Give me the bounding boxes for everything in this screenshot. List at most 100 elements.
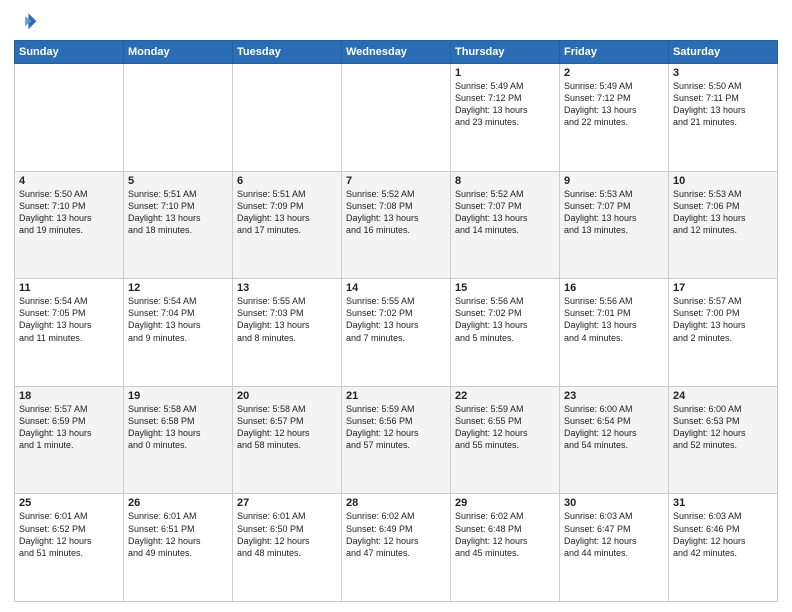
day-number: 31 (673, 497, 773, 509)
calendar-cell: 26Sunrise: 6:01 AM Sunset: 6:51 PM Dayli… (124, 494, 233, 602)
day-number: 12 (128, 282, 228, 294)
day-number: 25 (19, 497, 119, 509)
day-number: 14 (346, 282, 446, 294)
calendar-cell: 16Sunrise: 5:56 AM Sunset: 7:01 PM Dayli… (560, 279, 669, 387)
header (14, 10, 778, 34)
day-info: Sunrise: 6:02 AM Sunset: 6:49 PM Dayligh… (346, 510, 446, 559)
day-info: Sunrise: 6:01 AM Sunset: 6:52 PM Dayligh… (19, 510, 119, 559)
logo-icon (14, 10, 38, 34)
calendar-cell: 2Sunrise: 5:49 AM Sunset: 7:12 PM Daylig… (560, 64, 669, 172)
day-number: 1 (455, 67, 555, 79)
day-number: 23 (564, 390, 664, 402)
day-info: Sunrise: 5:53 AM Sunset: 7:06 PM Dayligh… (673, 188, 773, 237)
day-number: 18 (19, 390, 119, 402)
day-number: 26 (128, 497, 228, 509)
day-info: Sunrise: 5:50 AM Sunset: 7:10 PM Dayligh… (19, 188, 119, 237)
calendar-cell: 14Sunrise: 5:55 AM Sunset: 7:02 PM Dayli… (342, 279, 451, 387)
calendar-header-row: SundayMondayTuesdayWednesdayThursdayFrid… (15, 41, 778, 64)
calendar-cell: 9Sunrise: 5:53 AM Sunset: 7:07 PM Daylig… (560, 171, 669, 279)
day-number: 7 (346, 175, 446, 187)
calendar-cell: 1Sunrise: 5:49 AM Sunset: 7:12 PM Daylig… (451, 64, 560, 172)
day-number: 22 (455, 390, 555, 402)
day-info: Sunrise: 5:52 AM Sunset: 7:08 PM Dayligh… (346, 188, 446, 237)
calendar-cell: 20Sunrise: 5:58 AM Sunset: 6:57 PM Dayli… (233, 386, 342, 494)
calendar-cell: 6Sunrise: 5:51 AM Sunset: 7:09 PM Daylig… (233, 171, 342, 279)
calendar-week-5: 25Sunrise: 6:01 AM Sunset: 6:52 PM Dayli… (15, 494, 778, 602)
day-number: 11 (19, 282, 119, 294)
day-number: 13 (237, 282, 337, 294)
calendar-cell: 3Sunrise: 5:50 AM Sunset: 7:11 PM Daylig… (669, 64, 778, 172)
day-info: Sunrise: 6:01 AM Sunset: 6:51 PM Dayligh… (128, 510, 228, 559)
day-info: Sunrise: 6:00 AM Sunset: 6:53 PM Dayligh… (673, 403, 773, 452)
calendar-cell: 15Sunrise: 5:56 AM Sunset: 7:02 PM Dayli… (451, 279, 560, 387)
day-number: 9 (564, 175, 664, 187)
calendar-cell (233, 64, 342, 172)
calendar-cell: 28Sunrise: 6:02 AM Sunset: 6:49 PM Dayli… (342, 494, 451, 602)
day-info: Sunrise: 5:59 AM Sunset: 6:55 PM Dayligh… (455, 403, 555, 452)
calendar-week-2: 4Sunrise: 5:50 AM Sunset: 7:10 PM Daylig… (15, 171, 778, 279)
day-number: 15 (455, 282, 555, 294)
calendar-cell: 25Sunrise: 6:01 AM Sunset: 6:52 PM Dayli… (15, 494, 124, 602)
calendar-cell: 5Sunrise: 5:51 AM Sunset: 7:10 PM Daylig… (124, 171, 233, 279)
day-info: Sunrise: 5:50 AM Sunset: 7:11 PM Dayligh… (673, 80, 773, 129)
calendar-cell: 11Sunrise: 5:54 AM Sunset: 7:05 PM Dayli… (15, 279, 124, 387)
day-number: 29 (455, 497, 555, 509)
day-info: Sunrise: 5:55 AM Sunset: 7:02 PM Dayligh… (346, 295, 446, 344)
day-number: 10 (673, 175, 773, 187)
calendar-header-saturday: Saturday (669, 41, 778, 64)
calendar-cell: 4Sunrise: 5:50 AM Sunset: 7:10 PM Daylig… (15, 171, 124, 279)
calendar-header-sunday: Sunday (15, 41, 124, 64)
calendar-header-wednesday: Wednesday (342, 41, 451, 64)
day-number: 4 (19, 175, 119, 187)
calendar-header-thursday: Thursday (451, 41, 560, 64)
day-number: 27 (237, 497, 337, 509)
day-number: 3 (673, 67, 773, 79)
calendar-cell: 29Sunrise: 6:02 AM Sunset: 6:48 PM Dayli… (451, 494, 560, 602)
calendar-header-friday: Friday (560, 41, 669, 64)
day-number: 2 (564, 67, 664, 79)
calendar-cell: 27Sunrise: 6:01 AM Sunset: 6:50 PM Dayli… (233, 494, 342, 602)
day-number: 6 (237, 175, 337, 187)
day-info: Sunrise: 5:53 AM Sunset: 7:07 PM Dayligh… (564, 188, 664, 237)
day-number: 24 (673, 390, 773, 402)
calendar-week-3: 11Sunrise: 5:54 AM Sunset: 7:05 PM Dayli… (15, 279, 778, 387)
day-info: Sunrise: 5:51 AM Sunset: 7:09 PM Dayligh… (237, 188, 337, 237)
calendar-week-1: 1Sunrise: 5:49 AM Sunset: 7:12 PM Daylig… (15, 64, 778, 172)
calendar-cell: 21Sunrise: 5:59 AM Sunset: 6:56 PM Dayli… (342, 386, 451, 494)
day-info: Sunrise: 5:54 AM Sunset: 7:05 PM Dayligh… (19, 295, 119, 344)
logo (14, 10, 42, 34)
calendar-header-tuesday: Tuesday (233, 41, 342, 64)
day-info: Sunrise: 5:56 AM Sunset: 7:02 PM Dayligh… (455, 295, 555, 344)
day-number: 5 (128, 175, 228, 187)
day-info: Sunrise: 5:59 AM Sunset: 6:56 PM Dayligh… (346, 403, 446, 452)
calendar-cell (124, 64, 233, 172)
day-info: Sunrise: 6:01 AM Sunset: 6:50 PM Dayligh… (237, 510, 337, 559)
day-info: Sunrise: 5:49 AM Sunset: 7:12 PM Dayligh… (564, 80, 664, 129)
day-number: 20 (237, 390, 337, 402)
day-number: 8 (455, 175, 555, 187)
day-number: 19 (128, 390, 228, 402)
day-info: Sunrise: 5:55 AM Sunset: 7:03 PM Dayligh… (237, 295, 337, 344)
calendar-cell: 22Sunrise: 5:59 AM Sunset: 6:55 PM Dayli… (451, 386, 560, 494)
calendar-cell: 30Sunrise: 6:03 AM Sunset: 6:47 PM Dayli… (560, 494, 669, 602)
day-info: Sunrise: 5:49 AM Sunset: 7:12 PM Dayligh… (455, 80, 555, 129)
calendar-cell: 7Sunrise: 5:52 AM Sunset: 7:08 PM Daylig… (342, 171, 451, 279)
day-info: Sunrise: 5:57 AM Sunset: 6:59 PM Dayligh… (19, 403, 119, 452)
calendar-cell: 19Sunrise: 5:58 AM Sunset: 6:58 PM Dayli… (124, 386, 233, 494)
day-number: 28 (346, 497, 446, 509)
day-info: Sunrise: 5:54 AM Sunset: 7:04 PM Dayligh… (128, 295, 228, 344)
calendar-cell: 24Sunrise: 6:00 AM Sunset: 6:53 PM Dayli… (669, 386, 778, 494)
day-info: Sunrise: 5:58 AM Sunset: 6:58 PM Dayligh… (128, 403, 228, 452)
calendar-cell: 13Sunrise: 5:55 AM Sunset: 7:03 PM Dayli… (233, 279, 342, 387)
calendar-cell: 10Sunrise: 5:53 AM Sunset: 7:06 PM Dayli… (669, 171, 778, 279)
calendar-cell: 8Sunrise: 5:52 AM Sunset: 7:07 PM Daylig… (451, 171, 560, 279)
calendar-week-4: 18Sunrise: 5:57 AM Sunset: 6:59 PM Dayli… (15, 386, 778, 494)
calendar-cell: 31Sunrise: 6:03 AM Sunset: 6:46 PM Dayli… (669, 494, 778, 602)
calendar-cell: 18Sunrise: 5:57 AM Sunset: 6:59 PM Dayli… (15, 386, 124, 494)
day-info: Sunrise: 5:57 AM Sunset: 7:00 PM Dayligh… (673, 295, 773, 344)
calendar-cell: 23Sunrise: 6:00 AM Sunset: 6:54 PM Dayli… (560, 386, 669, 494)
day-number: 30 (564, 497, 664, 509)
day-info: Sunrise: 5:51 AM Sunset: 7:10 PM Dayligh… (128, 188, 228, 237)
day-number: 21 (346, 390, 446, 402)
day-info: Sunrise: 5:52 AM Sunset: 7:07 PM Dayligh… (455, 188, 555, 237)
